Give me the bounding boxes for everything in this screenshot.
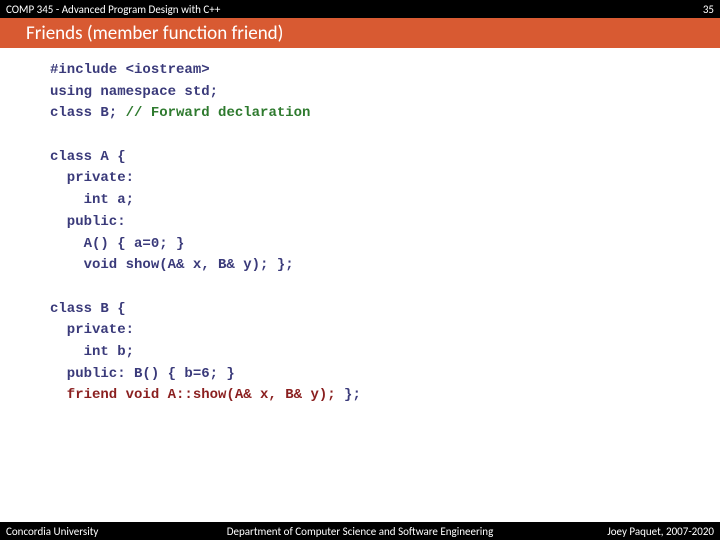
code-line: private: [50, 170, 134, 186]
header-bar: COMP 345 - Advanced Program Design with … [0, 0, 720, 18]
code-line: A() { a=0; } [50, 236, 184, 252]
footer-bar: Concordia University Department of Compu… [0, 522, 720, 540]
footer-right: Joey Paquet, 2007-2020 [607, 525, 714, 538]
code-line: private: [50, 322, 134, 338]
footer-left: Concordia University [6, 525, 98, 538]
code-comment: // Forward declaration [126, 105, 311, 121]
code-line: }; [336, 387, 361, 403]
slide-title: Friends (member function friend) [26, 22, 283, 45]
code-line: int a; [50, 192, 134, 208]
course-title: COMP 345 - Advanced Program Design with … [6, 3, 220, 16]
slide-title-band: Friends (member function friend) [0, 18, 720, 48]
code-line: class B { [50, 301, 126, 317]
code-block: #include <iostream> using namespace std;… [50, 60, 680, 510]
code-line: using namespace std; [50, 84, 218, 100]
slide: COMP 345 - Advanced Program Design with … [0, 0, 720, 540]
code-friend-line: friend void A::show(A& x, B& y); [50, 387, 336, 403]
code-line: class B; [50, 105, 126, 121]
code-line: public: B() { b=6; } [50, 366, 235, 382]
code-line: int b; [50, 344, 134, 360]
code-line: class A { [50, 149, 126, 165]
code-line: #include <iostream> [50, 62, 210, 78]
code-line: public: [50, 214, 126, 230]
code-line: void show(A& x, B& y); }; [50, 257, 294, 273]
page-number: 35 [703, 3, 714, 16]
footer-center: Department of Computer Science and Softw… [227, 525, 494, 538]
